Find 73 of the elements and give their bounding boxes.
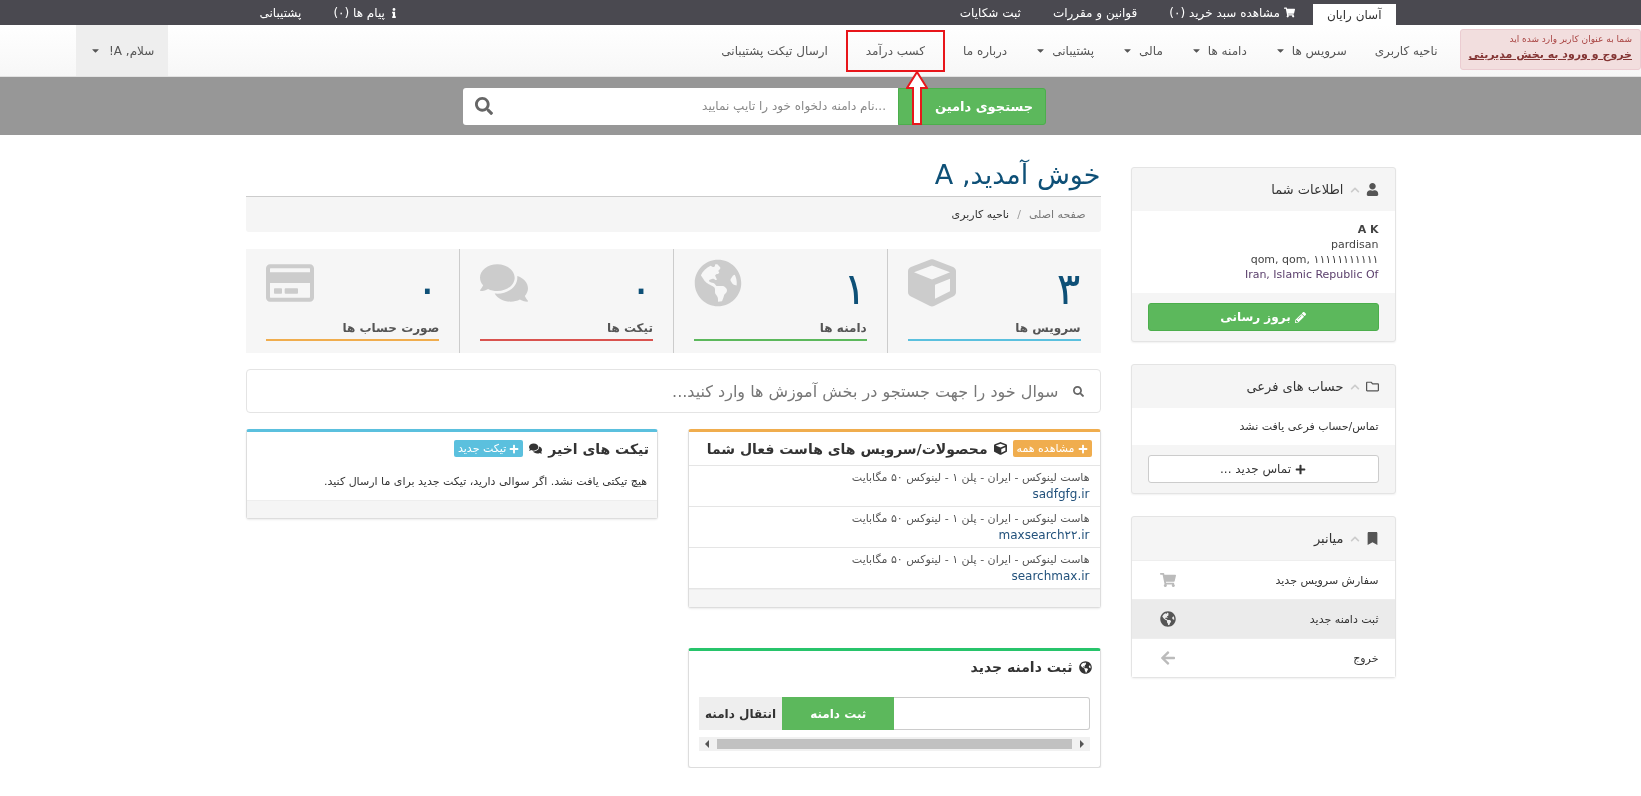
panel-title: محصولات/سرویس های هاست فعال شما — [706, 440, 988, 457]
shortcut-item[interactable]: ثبت دامنه جدید — [1131, 599, 1395, 638]
stat-tile[interactable]: ۳ سرویس ها — [886, 249, 1101, 353]
shortcut-item[interactable]: سفارش سرویس جدید — [1131, 560, 1395, 599]
nav-item[interactable]: ناحیه کاربری — [1360, 37, 1452, 64]
top-bar-link[interactable]: قوانین و مقررات — [1038, 0, 1152, 25]
stat-tile[interactable]: ۱ دامنه ها — [673, 249, 887, 353]
domain-field[interactable] — [894, 697, 1090, 730]
cube-icon — [993, 442, 1007, 455]
plus-icon — [1077, 443, 1088, 454]
globe-icon — [1078, 660, 1092, 674]
admin-return-link[interactable]: خروج و ورود به بخش مدیریتی — [1468, 47, 1632, 65]
cart-icon — [1159, 572, 1176, 588]
top-bar-link[interactable]: ثبت شکایات — [945, 0, 1035, 25]
panel-title: اطلاعات شما — [1271, 182, 1344, 197]
shortcut-item[interactable]: خروج — [1131, 638, 1395, 677]
client-name: A K — [1357, 223, 1379, 236]
nav-item[interactable]: درباره ما — [949, 37, 1022, 64]
empty-message: تماس/حساب فرعی یافت نشد — [1238, 420, 1379, 433]
user-menu[interactable]: سلام, A! — [76, 25, 169, 76]
empty-message: هیچ تیکتی یافت نشد. اگر سوالی دارید، تیکت جدید برای ما ارسال کنید. — [323, 474, 648, 490]
company-name: pardisan — [1330, 238, 1379, 251]
address-text: qom, qom, ۱۱۱۱۱۱۱۱۱۱۱ — [1250, 253, 1379, 266]
plus-icon — [1295, 463, 1306, 475]
cart-icon — [1283, 7, 1295, 18]
panel-title: حساب های فرعی — [1246, 379, 1344, 394]
horizontal-scrollbar[interactable] — [699, 737, 1090, 751]
stat-count: ۰ — [415, 267, 440, 311]
transfer-domain-button[interactable]: انتقال دامنه — [699, 697, 783, 730]
stat-count: ۳ — [1056, 267, 1081, 311]
notice-text: شما به عنوان کاربر وارد شده اید — [1508, 34, 1632, 44]
pencil-icon — [1294, 311, 1306, 323]
stat-tile[interactable]: ۰ تیکت ها — [459, 249, 673, 353]
stat-tile[interactable]: ۰ صورت حساب ها — [245, 249, 460, 353]
bookmark-icon — [1365, 532, 1379, 545]
top-bar-link[interactable]: آسان رایان — [1312, 4, 1396, 25]
search-icon — [1072, 385, 1084, 397]
stat-label: صورت حساب ها — [342, 321, 440, 335]
top-bar-link[interactable]: مشاهده سبد خرید (۰) — [1155, 0, 1309, 25]
top-bar-link[interactable]: پشتیبانی — [245, 0, 316, 25]
top-bar-link[interactable]: پیام ها (۰) — [319, 0, 413, 25]
country-text: Iran, Islamic Republic Of — [1244, 268, 1379, 281]
folder-icon — [1365, 380, 1379, 393]
search-icon — [475, 97, 493, 115]
nav-item[interactable]: ارسال تیکت پشتیبانی — [707, 37, 842, 64]
annotation-arrow — [906, 70, 928, 125]
nav-item[interactable]: سرویس ها — [1260, 37, 1361, 64]
panel-title: میانبر — [1313, 531, 1344, 546]
breadcrumb-link[interactable]: ناحیه کاربری — [951, 208, 1010, 221]
stat-count: ۱ — [843, 267, 867, 311]
stat-label: تیکت ها — [606, 321, 653, 335]
stat-label: سرویس ها — [1015, 321, 1081, 335]
nav-item[interactable]: کسب درآمد — [845, 29, 946, 72]
box-icon — [907, 259, 956, 307]
nav-item[interactable]: مالی — [1108, 37, 1177, 64]
new-contact-button[interactable]: تماس جدید ... — [1147, 455, 1379, 483]
breadcrumb-separator: / — [1017, 208, 1021, 221]
speech-bubbles-icon — [529, 442, 543, 455]
arrow-left-icon — [1159, 650, 1176, 666]
globe-icon — [694, 259, 742, 307]
knowledgebase-search-field[interactable]: سوال خود را جهت جستجو در بخش آموزش ها وارد کنید... — [245, 369, 1101, 413]
domain-search-field[interactable]: ...نام دامنه دلخواه خود را تایپ نمایید — [463, 87, 898, 125]
user-icon — [1365, 183, 1379, 196]
plus-icon — [509, 443, 520, 454]
globe-icon — [1159, 611, 1176, 627]
stat-count: ۰ — [629, 267, 653, 311]
nav-item[interactable]: پشتیبانی — [1021, 37, 1109, 64]
nav-item[interactable]: دامنه ها — [1176, 37, 1261, 64]
service-row[interactable]: هاست لینوکس - ایران - پلن ۱ - لینوکس ۵۰ مگابایت maxsearch۲۲.ir — [689, 507, 1100, 548]
breadcrumb-link[interactable]: صفحه اصلی — [1028, 208, 1086, 221]
panel-title: ثبت دامنه جدید — [970, 659, 1073, 675]
panel-title: تیکت های اخیر — [548, 440, 649, 457]
stat-label: دامنه ها — [819, 321, 867, 335]
